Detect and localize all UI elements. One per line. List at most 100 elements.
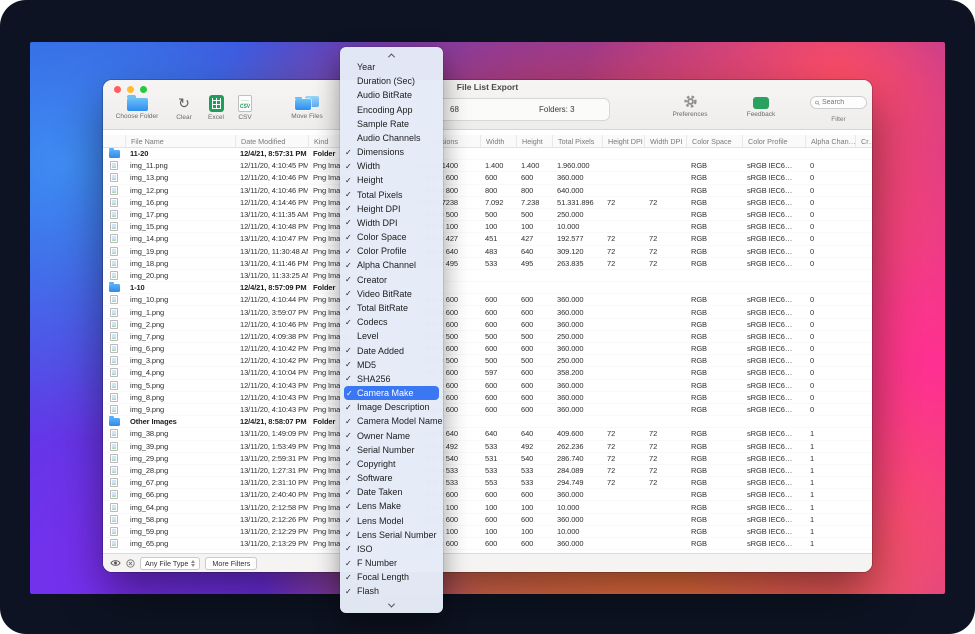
table-row[interactable]: img_39.png13/11/20, 1:53:49 PMPng Image5… [103, 441, 872, 453]
table-row[interactable]: img_17.png13/11/20, 4:11:35 AMPng Image5… [103, 209, 872, 221]
column-header-wdpi[interactable]: Width DPI [644, 135, 686, 147]
menu-item-audio-bitrate[interactable]: Audio BitRate [340, 88, 443, 102]
table-row[interactable]: img_20.png13/11/20, 11:33:25 AMPng Image [103, 270, 872, 282]
menu-item-creator[interactable]: ✓Creator [340, 273, 443, 287]
menu-item-audio-channels[interactable]: Audio Channels [340, 131, 443, 145]
table-row[interactable]: img_28.png13/11/20, 1:27:31 PMPng Image5… [103, 465, 872, 477]
table-row[interactable]: img_10.png12/11/20, 4:10:44 PMPng Image6… [103, 294, 872, 306]
table-row[interactable]: img_9.png13/11/20, 4:10:43 PMPng Image60… [103, 404, 872, 416]
menu-item-serial-number[interactable]: ✓Serial Number [340, 443, 443, 457]
menu-scroll-up[interactable] [340, 50, 443, 60]
menu-item-color-profile[interactable]: ✓Color Profile [340, 244, 443, 258]
menu-item-f-number[interactable]: ✓F Number [340, 556, 443, 570]
search-field[interactable] [810, 96, 867, 109]
menu-scroll-down[interactable] [340, 600, 443, 610]
column-header-icon[interactable] [103, 135, 125, 147]
menu-item-flash[interactable]: ✓Flash [340, 584, 443, 598]
table-row[interactable]: 1-1012/4/21, 8:57:09 PMFolder [103, 282, 872, 294]
column-header-height[interactable]: Height [516, 135, 552, 147]
table-row[interactable]: img_67.png13/11/20, 2:31:10 PMPng Image5… [103, 477, 872, 489]
column-header-hdpi[interactable]: Height DPI [602, 135, 644, 147]
cell-height: 600 [516, 392, 552, 403]
eye-icon[interactable] [110, 559, 121, 567]
table-row[interactable]: img_18.png13/11/20, 4:11:46 PMPng Image5… [103, 258, 872, 270]
menu-item-height-dpi[interactable]: ✓Height DPI [340, 202, 443, 216]
menu-item-encoding-app[interactable]: Encoding App [340, 103, 443, 117]
table-row[interactable]: img_6.png12/11/20, 4:10:42 PMPng Image60… [103, 343, 872, 355]
table-row[interactable]: img_29.png13/11/20, 2:59:31 PMPng Image5… [103, 453, 872, 465]
file-type-select[interactable]: Any File Type [140, 557, 200, 570]
menu-item-copyright[interactable]: ✓Copyright [340, 457, 443, 471]
table-row[interactable]: img_19.png13/11/20, 11:30:48 AMPng Image… [103, 246, 872, 258]
column-header-cspace[interactable]: Color Space [686, 135, 742, 147]
table-row[interactable]: img_2.png12/11/20, 4:10:46 PMPng Image60… [103, 319, 872, 331]
table-row[interactable]: img_4.png13/11/20, 4:10:04 PMPng Image59… [103, 367, 872, 379]
table-row[interactable]: img_14.png13/11/20, 4:10:47 PMPng Image4… [103, 233, 872, 245]
menu-item-date-taken[interactable]: ✓Date Taken [340, 485, 443, 499]
table-row[interactable]: img_64.png13/11/20, 2:12:58 PMPng Image1… [103, 501, 872, 513]
cell-hdpi: 72 [602, 246, 644, 257]
table-row[interactable]: img_8.png12/11/20, 4:10:43 PMPng Image60… [103, 392, 872, 404]
column-header-creator[interactable]: Cr… [855, 135, 872, 147]
column-header-width[interactable]: Width [480, 135, 516, 147]
menu-item-width[interactable]: ✓Width [340, 159, 443, 173]
more-filters-button[interactable]: More Filters [205, 557, 257, 570]
table-row[interactable]: img_13.png12/11/20, 4:10:46 PMPng Image6… [103, 172, 872, 184]
table-row[interactable]: img_59.png13/11/20, 2:12:29 PMPng Image1… [103, 526, 872, 538]
menu-item-year[interactable]: Year [340, 60, 443, 74]
column-header-name[interactable]: File Name [125, 135, 235, 147]
choose-folder-button[interactable]: Choose Folder [113, 94, 161, 120]
menu-item-duration-sec[interactable]: Duration (Sec) [340, 74, 443, 88]
menu-item-width-dpi[interactable]: ✓Width DPI [340, 216, 443, 230]
table-row[interactable]: img_3.png12/11/20, 4:10:42 PMPng Image50… [103, 355, 872, 367]
table-row[interactable]: img_15.png12/11/20, 4:10:48 PMPng Image1… [103, 221, 872, 233]
menu-item-video-bitrate[interactable]: ✓Video BitRate [340, 287, 443, 301]
menu-item-alpha-channel[interactable]: ✓Alpha Channel [340, 258, 443, 272]
menu-item-focal-length[interactable]: ✓Focal Length [340, 570, 443, 584]
menu-item-height[interactable]: ✓Height [340, 173, 443, 187]
menu-item-codecs[interactable]: ✓Codecs [340, 315, 443, 329]
menu-item-iso[interactable]: ✓ISO [340, 542, 443, 556]
table-row[interactable]: Other Images12/4/21, 8:58:07 PMFolder [103, 416, 872, 428]
move-files-button[interactable]: Move Files [283, 94, 331, 120]
preferences-button[interactable]: Preferences [666, 94, 714, 118]
feedback-button[interactable]: Feedback [737, 94, 785, 118]
menu-item-level[interactable]: Level [340, 329, 443, 343]
menu-item-lens-make[interactable]: ✓Lens Make [340, 499, 443, 513]
menu-item-total-pixels[interactable]: ✓Total Pixels [340, 188, 443, 202]
menu-item-md5[interactable]: ✓MD5 [340, 358, 443, 372]
column-header-pixels[interactable]: Total Pixels [552, 135, 602, 147]
column-header-alpha[interactable]: Alpha Chan… [805, 135, 855, 147]
menu-item-software[interactable]: ✓Software [340, 471, 443, 485]
table-row[interactable]: img_11.png12/11/20, 4:10:45 PMPng Image1… [103, 160, 872, 172]
table-row[interactable]: img_58.png13/11/20, 2:12:26 PMPng Image6… [103, 514, 872, 526]
column-header-cprofile[interactable]: Color Profile [742, 135, 805, 147]
table-row[interactable]: img_66.png13/11/20, 2:40:40 PMPng Image6… [103, 489, 872, 501]
table-row[interactable]: 11-2012/4/21, 8:57:31 PMFolder [103, 148, 872, 160]
menu-item-lens-model[interactable]: ✓Lens Model [340, 514, 443, 528]
column-header-modified[interactable]: Date Modified [235, 135, 308, 147]
menu-item-owner-name[interactable]: ✓Owner Name [340, 428, 443, 442]
table-row[interactable]: img_16.png12/11/20, 4:14:46 PMPng Image7… [103, 197, 872, 209]
table-row[interactable]: img_65.png13/11/20, 2:13:29 PMPng Image6… [103, 538, 872, 550]
menu-item-camera-model-name[interactable]: ✓Camera Model Name [340, 414, 443, 428]
menu-item-sha256[interactable]: ✓SHA256 [340, 372, 443, 386]
clear-filter-icon[interactable] [126, 559, 135, 568]
table-row[interactable]: img_12.png13/11/20, 4:10:46 PMPng Image8… [103, 185, 872, 197]
menu-item-image-description[interactable]: ✓Image Description [340, 400, 443, 414]
menu-item-dimensions[interactable]: ✓Dimensions [340, 145, 443, 159]
menu-item-camera-make[interactable]: ✓Camera Make [344, 386, 439, 400]
menu-item-total-bitrate[interactable]: ✓Total BitRate [340, 301, 443, 315]
cell-wdpi [644, 306, 686, 317]
table-row[interactable]: img_1.png13/11/20, 3:59:07 PMPng Image60… [103, 306, 872, 318]
cell-height: 600 [516, 319, 552, 330]
csv-export-button[interactable]: CSV CSV [221, 94, 269, 121]
table-row[interactable]: img_38.png13/11/20, 1:49:09 PMPng Image6… [103, 428, 872, 440]
menu-item-sample-rate[interactable]: Sample Rate [340, 117, 443, 131]
menu-item-date-added[interactable]: ✓Date Added [340, 343, 443, 357]
table-row[interactable]: img_5.png12/11/20, 4:10:43 PMPng Image60… [103, 380, 872, 392]
menu-item-lens-serial-number[interactable]: ✓Lens Serial Number [340, 528, 443, 542]
menu-item-color-space[interactable]: ✓Color Space [340, 230, 443, 244]
search-input[interactable] [822, 99, 862, 106]
table-row[interactable]: img_7.png12/11/20, 4:09:38 PMPng Image50… [103, 331, 872, 343]
